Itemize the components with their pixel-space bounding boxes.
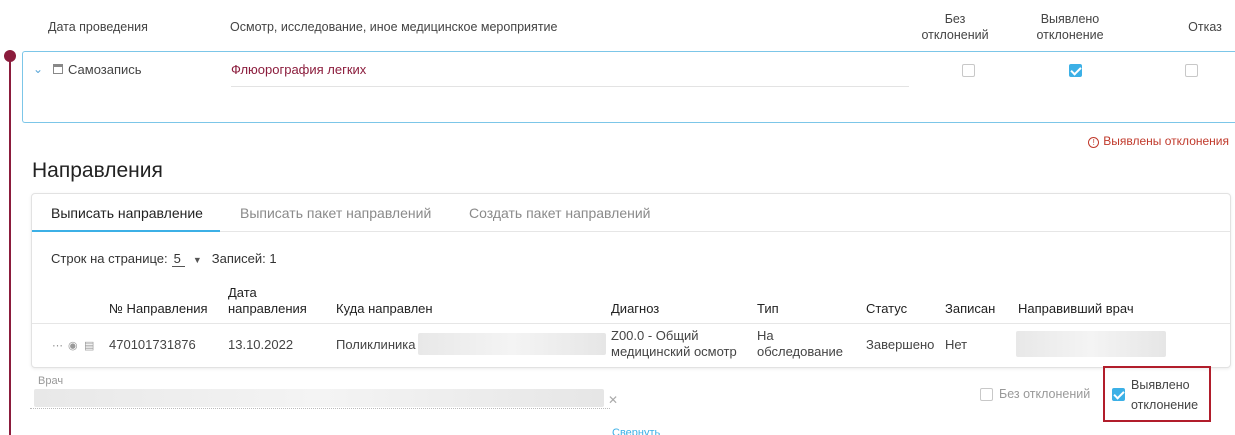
result-deviation-checkbox[interactable]: [1112, 388, 1125, 401]
col-diagnosis: Диагноз: [611, 301, 660, 316]
col-doctor: Направивший врач: [1018, 301, 1134, 316]
result-no-deviation-label: Без отклонений: [999, 387, 1091, 401]
doctor-field-underline: [30, 408, 610, 409]
clear-icon[interactable]: ✕: [608, 393, 618, 407]
exam-name: Флюорография легких: [231, 62, 367, 77]
referral-registered: Нет: [945, 337, 968, 352]
referral-type: На обследование: [757, 328, 844, 359]
tab-write-referral-pack[interactable]: Выписать пакет направлений: [240, 205, 431, 221]
deviation-checkbox[interactable]: [1069, 64, 1082, 77]
tab-create-referral-pack[interactable]: Создать пакет направлений: [469, 205, 650, 221]
exam-underline: [231, 86, 909, 87]
redacted-destination: [418, 333, 606, 355]
pager: Строк на странице: 5 ▼ Записей: 1: [51, 251, 277, 267]
print-icon[interactable]: ▤: [84, 339, 94, 352]
result-no-deviation-checkbox[interactable]: [980, 388, 993, 401]
header-deviation: Выявлено отклонение: [1036, 12, 1104, 42]
tab-bar: Выписать направление Выписать пакет напр…: [32, 194, 1230, 232]
col-registered: Записан: [945, 301, 996, 316]
warning-text: Выявлены отклонения: [1103, 134, 1229, 148]
redacted-doctor: [1016, 331, 1166, 357]
eye-icon[interactable]: ◉: [68, 339, 78, 352]
col-status: Статус: [866, 301, 908, 316]
rows-per-page-select[interactable]: 5: [171, 251, 185, 267]
records-count: Записей: 1: [211, 251, 277, 266]
caret-down-icon[interactable]: ▼: [193, 255, 202, 265]
timeline-line: [9, 56, 11, 435]
col-number: № Направления: [109, 301, 208, 316]
referrals-card: Выписать направление Выписать пакет напр…: [31, 193, 1231, 368]
header-date: Дата проведения: [48, 20, 148, 34]
header-exam: Осмотр, исследование, иное медицинское м…: [230, 20, 558, 34]
doctor-field[interactable]: ✕: [30, 389, 618, 409]
chevron-down-icon[interactable]: ⌄: [33, 62, 43, 76]
referral-destination: Поликлиника: [336, 337, 416, 352]
info-icon: !: [1088, 137, 1100, 148]
no-deviation-checkbox[interactable]: [962, 64, 975, 77]
col-destination: Куда направлен: [336, 301, 433, 316]
referral-number: 470101731876: [109, 337, 196, 352]
tab-indicator: [32, 230, 220, 232]
exam-row: ⌄ Самозапись Флюорография легких: [22, 51, 1235, 123]
redacted-doctor-name: [34, 389, 604, 407]
deviations-warning: ! Выявлены отклонения: [1088, 134, 1229, 148]
calendar-icon: [53, 64, 63, 74]
col-date: Дата направления: [228, 285, 307, 316]
exam-type: Самозапись: [68, 62, 142, 77]
col-type: Тип: [757, 301, 779, 316]
section-title: Направления: [32, 159, 163, 182]
referral-date: 13.10.2022: [228, 337, 294, 352]
more-icon[interactable]: ⋯: [52, 339, 63, 352]
referral-status: Завершено: [866, 337, 935, 352]
refusal-checkbox[interactable]: [1185, 64, 1198, 77]
table-row[interactable]: ⋯ ◉ ▤ 470101731876 13.10.2022 Поликлиник…: [32, 325, 1230, 363]
referral-diagnosis: Z00.0 - Общий медицинский осмотр: [611, 328, 737, 359]
result-deviation-label: Выявлено отклонение: [1131, 378, 1199, 412]
referrals-table-header: № Направления Дата направления Куда напр…: [32, 285, 1230, 324]
exam-table-header: Дата проведения Осмотр, исследование, ин…: [22, 0, 1235, 50]
tab-write-referral[interactable]: Выписать направление: [51, 205, 203, 221]
doctor-field-label: Врач: [38, 375, 64, 387]
rows-per-page-label: Строк на странице:: [51, 251, 168, 266]
header-no-deviation: Без отклонений: [921, 12, 989, 42]
header-refusal: Отказ: [1188, 20, 1222, 34]
collapse-link[interactable]: Свернуть: [612, 427, 660, 435]
